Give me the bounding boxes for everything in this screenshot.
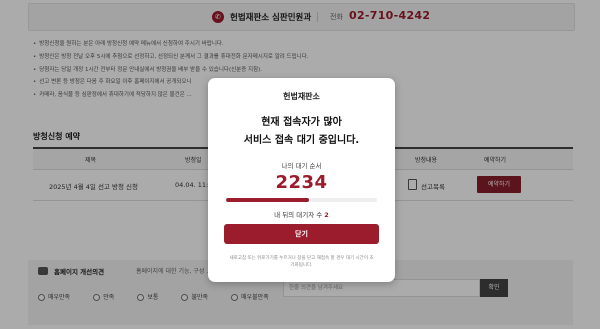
close-button[interactable]: 닫기 [224,224,379,244]
queue-progress-bar [226,198,377,202]
modal-note: 새로고침 또는 뒤로가기를 누르거나 창을 닫고 재접속 할 경우 대기 시간이… [229,256,374,268]
queue-label: 나의 대기 순서 [281,162,322,170]
queue-number: 2234 [275,172,328,193]
headline-line-1: 현재 접속자가 많아 [261,117,342,128]
headline-line-2: 서비스 접속 대기 중입니다. [243,135,360,146]
modal-org: 헌법재판소 [283,92,320,101]
queue-progress-fill [226,198,310,202]
queue-modal: 헌법재판소 현재 접속자가 많아 서비스 접속 대기 중입니다. 나의 대기 순… [208,78,395,282]
behind-label: 내 뒤의 대기자 수 [274,211,323,219]
behind-value: 2 [324,211,329,219]
behind-count: 내 뒤의 대기자 수 2 [208,209,395,219]
modal-headline: 현재 접속자가 많아 서비스 접속 대기 중입니다. [208,114,395,150]
